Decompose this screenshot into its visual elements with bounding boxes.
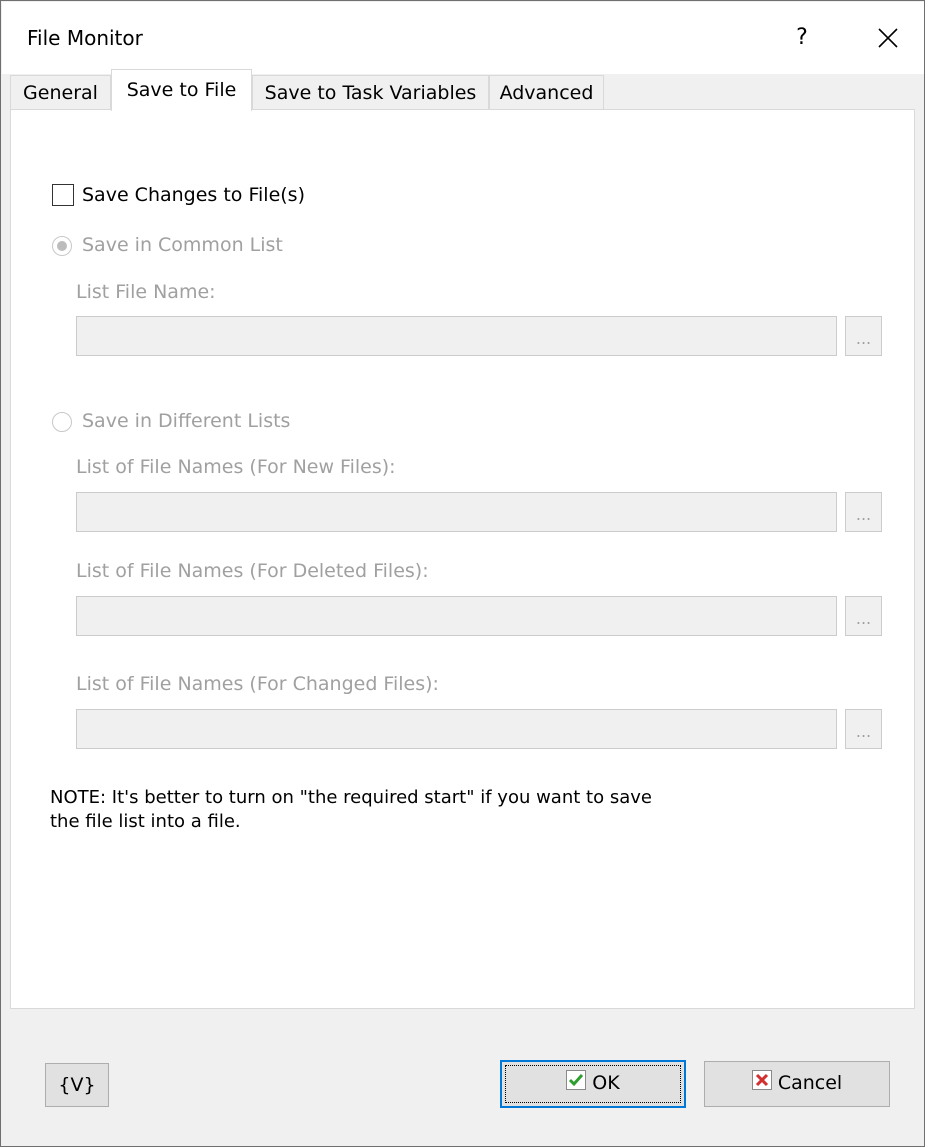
ok-button[interactable]: OK [500,1060,686,1108]
close-icon [878,28,898,48]
common-list-label[interactable]: Save in Common List [82,234,283,256]
title-bar[interactable]: File Monitor ? [2,2,924,74]
new-files-browse-button[interactable]: ... [845,492,882,532]
list-file-browse-button[interactable]: ... [845,316,882,356]
focus-rectangle [505,1065,681,1103]
close-button[interactable] [862,12,914,64]
tab-general[interactable]: General [10,75,111,109]
new-files-label: List of File Names (For New Files): [76,456,396,478]
tab-advanced[interactable]: Advanced [489,75,604,109]
window-title: File Monitor [27,26,143,50]
deleted-files-browse-button[interactable]: ... [845,596,882,636]
list-file-name-input[interactable] [76,316,837,356]
save-changes-label[interactable]: Save Changes to File(s) [82,184,305,206]
tab-bar: General Save to File Save to Task Variab… [10,69,915,111]
different-lists-radio[interactable] [52,412,72,432]
variables-button[interactable]: {V} [45,1063,109,1107]
note-line-1: NOTE: It's better to turn on "the requir… [50,787,652,808]
changed-files-browse-button[interactable]: ... [845,709,882,749]
note-line-2: the file list into a file. [50,811,241,832]
help-button[interactable]: ? [782,12,822,64]
list-file-name-label: List File Name: [76,281,216,303]
changed-files-label: List of File Names (For Changed Files): [76,673,439,695]
variables-button-label: {V} [58,1074,96,1096]
deleted-files-input[interactable] [76,596,837,636]
cancel-button[interactable]: Cancel [704,1061,890,1107]
different-lists-label[interactable]: Save in Different Lists [82,410,290,432]
tab-save-to-task-variables[interactable]: Save to Task Variables [252,75,489,109]
tab-save-to-file[interactable]: Save to File [111,69,252,111]
note-text: NOTE: It's better to turn on "the requir… [50,786,770,834]
radio-selected-dot [57,241,67,251]
cross-icon [751,1063,772,1105]
changed-files-input[interactable] [76,709,837,749]
cancel-button-label: Cancel [777,1072,843,1094]
save-changes-checkbox[interactable] [52,184,74,206]
deleted-files-label: List of File Names (For Deleted Files): [76,560,429,582]
common-list-radio[interactable] [52,236,72,256]
new-files-input[interactable] [76,492,837,532]
